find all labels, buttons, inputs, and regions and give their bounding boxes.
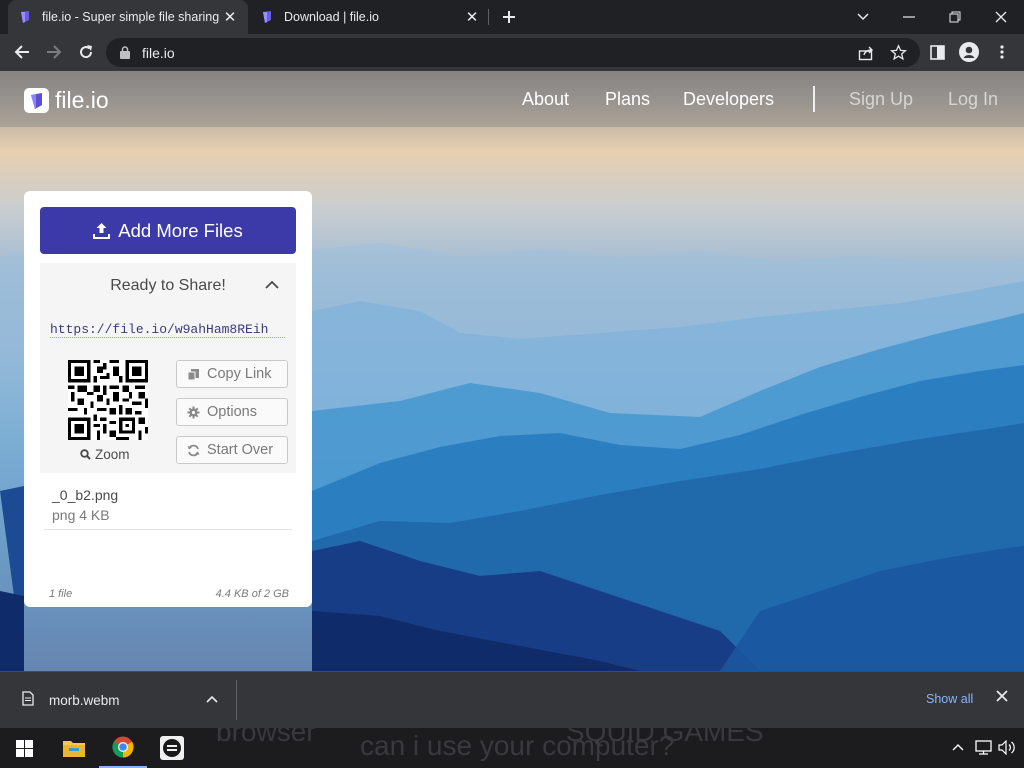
start-button[interactable] xyxy=(0,728,48,768)
share-panel: Ready to Share! https://file.io/w9ahHam8… xyxy=(40,263,296,473)
plus-icon xyxy=(503,11,515,23)
close-window-button[interactable] xyxy=(978,0,1024,34)
minimize-button[interactable] xyxy=(886,0,932,34)
url-text: file.io xyxy=(142,45,175,61)
nav-log-in[interactable]: Log In xyxy=(948,89,998,110)
copy-link-button[interactable]: Copy Link xyxy=(176,360,288,388)
taskbar-app[interactable] xyxy=(148,728,196,768)
nav-about[interactable]: About xyxy=(522,89,569,110)
tab-download-fileio[interactable]: Download | file.io ✕ xyxy=(250,0,490,34)
restore-icon xyxy=(949,11,961,23)
zoom-label: Zoom xyxy=(95,447,130,462)
chevron-up-icon[interactable] xyxy=(952,743,964,751)
close-icon[interactable] xyxy=(996,690,1008,702)
show-all-downloads-link[interactable]: Show all xyxy=(926,692,973,706)
gear-icon xyxy=(187,406,200,418)
options-label: Options xyxy=(207,404,257,420)
address-bar[interactable]: file.io xyxy=(106,38,920,67)
tab-search-button[interactable] xyxy=(840,0,886,34)
start-over-label: Start Over xyxy=(207,442,274,458)
fileio-logo-icon xyxy=(24,88,49,113)
share-link[interactable]: https://file.io/w9ahHam8REih xyxy=(50,322,285,338)
file-divider xyxy=(44,529,292,530)
wallpaper-text-question: can i use your computer? xyxy=(360,730,675,761)
search-icon xyxy=(80,449,91,460)
logo-text: file.io xyxy=(55,87,109,113)
tab-title: file.io - Super simple file sharing xyxy=(42,10,220,24)
site-navbar: file.io About Plans Developers Sign Up L… xyxy=(0,71,1024,127)
browser-toolbar: file.io xyxy=(0,34,1024,71)
menu-button[interactable] xyxy=(988,38,1016,66)
side-panel-button[interactable] xyxy=(923,38,951,66)
lock-icon[interactable] xyxy=(120,46,130,59)
file-icon xyxy=(22,691,34,706)
network-icon[interactable] xyxy=(975,740,992,755)
start-over-button[interactable]: Start Over xyxy=(176,436,288,464)
app-icon xyxy=(160,736,184,760)
copy-icon xyxy=(187,368,199,380)
forward-button[interactable] xyxy=(40,38,68,66)
reload-button[interactable] xyxy=(72,38,100,66)
chevron-down-icon xyxy=(857,13,869,21)
download-item[interactable]: morb.webm xyxy=(0,672,236,728)
close-icon xyxy=(995,11,1007,23)
restore-button[interactable] xyxy=(932,0,978,34)
side-panel-icon xyxy=(929,44,945,60)
new-tab-button[interactable] xyxy=(486,0,532,34)
download-separator xyxy=(236,680,237,720)
storage-usage: 4.4 KB of 2 GB xyxy=(215,588,289,600)
fileio-favicon-icon xyxy=(263,11,271,23)
taskbar-chrome[interactable] xyxy=(99,728,147,768)
refresh-icon xyxy=(187,444,200,456)
options-button[interactable]: Options xyxy=(176,398,288,426)
tab-strip: file.io - Super simple file sharing ✕ Do… xyxy=(0,0,1024,34)
volume-icon[interactable] xyxy=(998,740,1016,755)
site-logo[interactable]: file.io xyxy=(24,87,109,114)
share-icon[interactable] xyxy=(858,45,874,61)
chevron-up-icon[interactable] xyxy=(264,277,280,293)
upload-card: Add More Files Ready to Share! https://f… xyxy=(24,191,312,607)
arrow-right-icon xyxy=(47,45,62,59)
avatar-icon xyxy=(959,42,979,62)
upload-icon xyxy=(93,223,111,239)
add-more-files-label: Add More Files xyxy=(118,219,243,241)
copy-link-label: Copy Link xyxy=(207,366,272,382)
download-file-name: morb.webm xyxy=(49,693,120,708)
file-name: _0_b2.png xyxy=(52,487,119,503)
chrome-icon xyxy=(112,736,134,758)
folder-icon xyxy=(63,741,85,757)
windows-icon xyxy=(15,739,33,757)
nav-developers[interactable]: Developers xyxy=(683,89,774,110)
ready-to-share-heading: Ready to Share! xyxy=(110,277,226,294)
tab-fileio-sharing[interactable]: file.io - Super simple file sharing ✕ xyxy=(8,0,248,34)
download-shelf: morb.webm Show all xyxy=(0,671,1024,728)
qr-zoom-button[interactable]: Zoom xyxy=(80,447,130,462)
reload-icon xyxy=(80,45,93,59)
nav-plans[interactable]: Plans xyxy=(605,89,650,110)
back-button[interactable] xyxy=(8,38,36,66)
chevron-up-icon[interactable] xyxy=(206,695,218,703)
tab-close-icon[interactable]: ✕ xyxy=(222,9,238,26)
minimize-icon xyxy=(903,16,915,18)
add-more-files-button[interactable]: Add More Files xyxy=(40,207,296,254)
nav-sign-up[interactable]: Sign Up xyxy=(849,89,913,110)
page-viewport: file.io About Plans Developers Sign Up L… xyxy=(0,71,1024,671)
tab-title: Download | file.io xyxy=(284,10,379,24)
tab-close-icon[interactable]: ✕ xyxy=(464,9,480,26)
more-vertical-icon xyxy=(1000,45,1004,59)
wallpaper-text-browser: browser xyxy=(216,728,316,747)
taskbar-file-explorer[interactable] xyxy=(50,728,98,768)
star-icon[interactable] xyxy=(890,44,907,61)
file-meta: png 4 KB xyxy=(52,507,110,523)
profile-button[interactable] xyxy=(955,38,983,66)
qr-code-image[interactable] xyxy=(68,360,148,440)
arrow-left-icon xyxy=(14,45,29,59)
taskbar: browser SQUID GAMES can i use your compu… xyxy=(0,728,1024,768)
nav-divider xyxy=(813,86,815,112)
fileio-favicon-icon xyxy=(21,11,29,23)
file-count: 1 file xyxy=(49,588,73,600)
